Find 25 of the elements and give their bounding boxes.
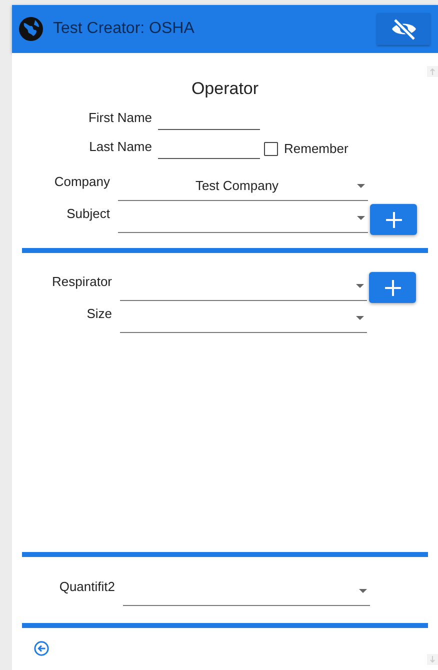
visibility-toggle-button[interactable] — [377, 13, 430, 45]
plus-icon — [386, 212, 402, 228]
field-label: Last Name — [88, 139, 153, 156]
eye-slashed-icon — [390, 18, 418, 40]
checkbox[interactable] — [264, 142, 278, 156]
caret-icon — [355, 316, 365, 320]
checkbox-label: Remember — [284, 141, 348, 156]
dropdown-field[interactable]: Test Company — [118, 171, 368, 201]
window-title: Test Creator: OSHA — [53, 20, 196, 38]
add-button[interactable] — [370, 204, 417, 235]
caret-icon — [358, 588, 368, 592]
field-label: Quantifit2 — [58, 579, 116, 596]
caret-icon — [356, 184, 366, 188]
field-label: Company — [53, 174, 111, 191]
caret-icon — [355, 284, 365, 288]
globe-icon — [18, 16, 44, 42]
field-label: Subject — [66, 206, 111, 223]
section-heading: Operator — [191, 79, 259, 100]
plus-icon — [384, 280, 400, 296]
selected-value: Test Company — [194, 178, 280, 193]
field-label: Size — [86, 306, 113, 323]
caret-icon — [356, 216, 366, 220]
field-label: Respirator — [51, 274, 113, 291]
field-label: First Name — [87, 110, 153, 127]
add-button[interactable] — [369, 272, 416, 303]
